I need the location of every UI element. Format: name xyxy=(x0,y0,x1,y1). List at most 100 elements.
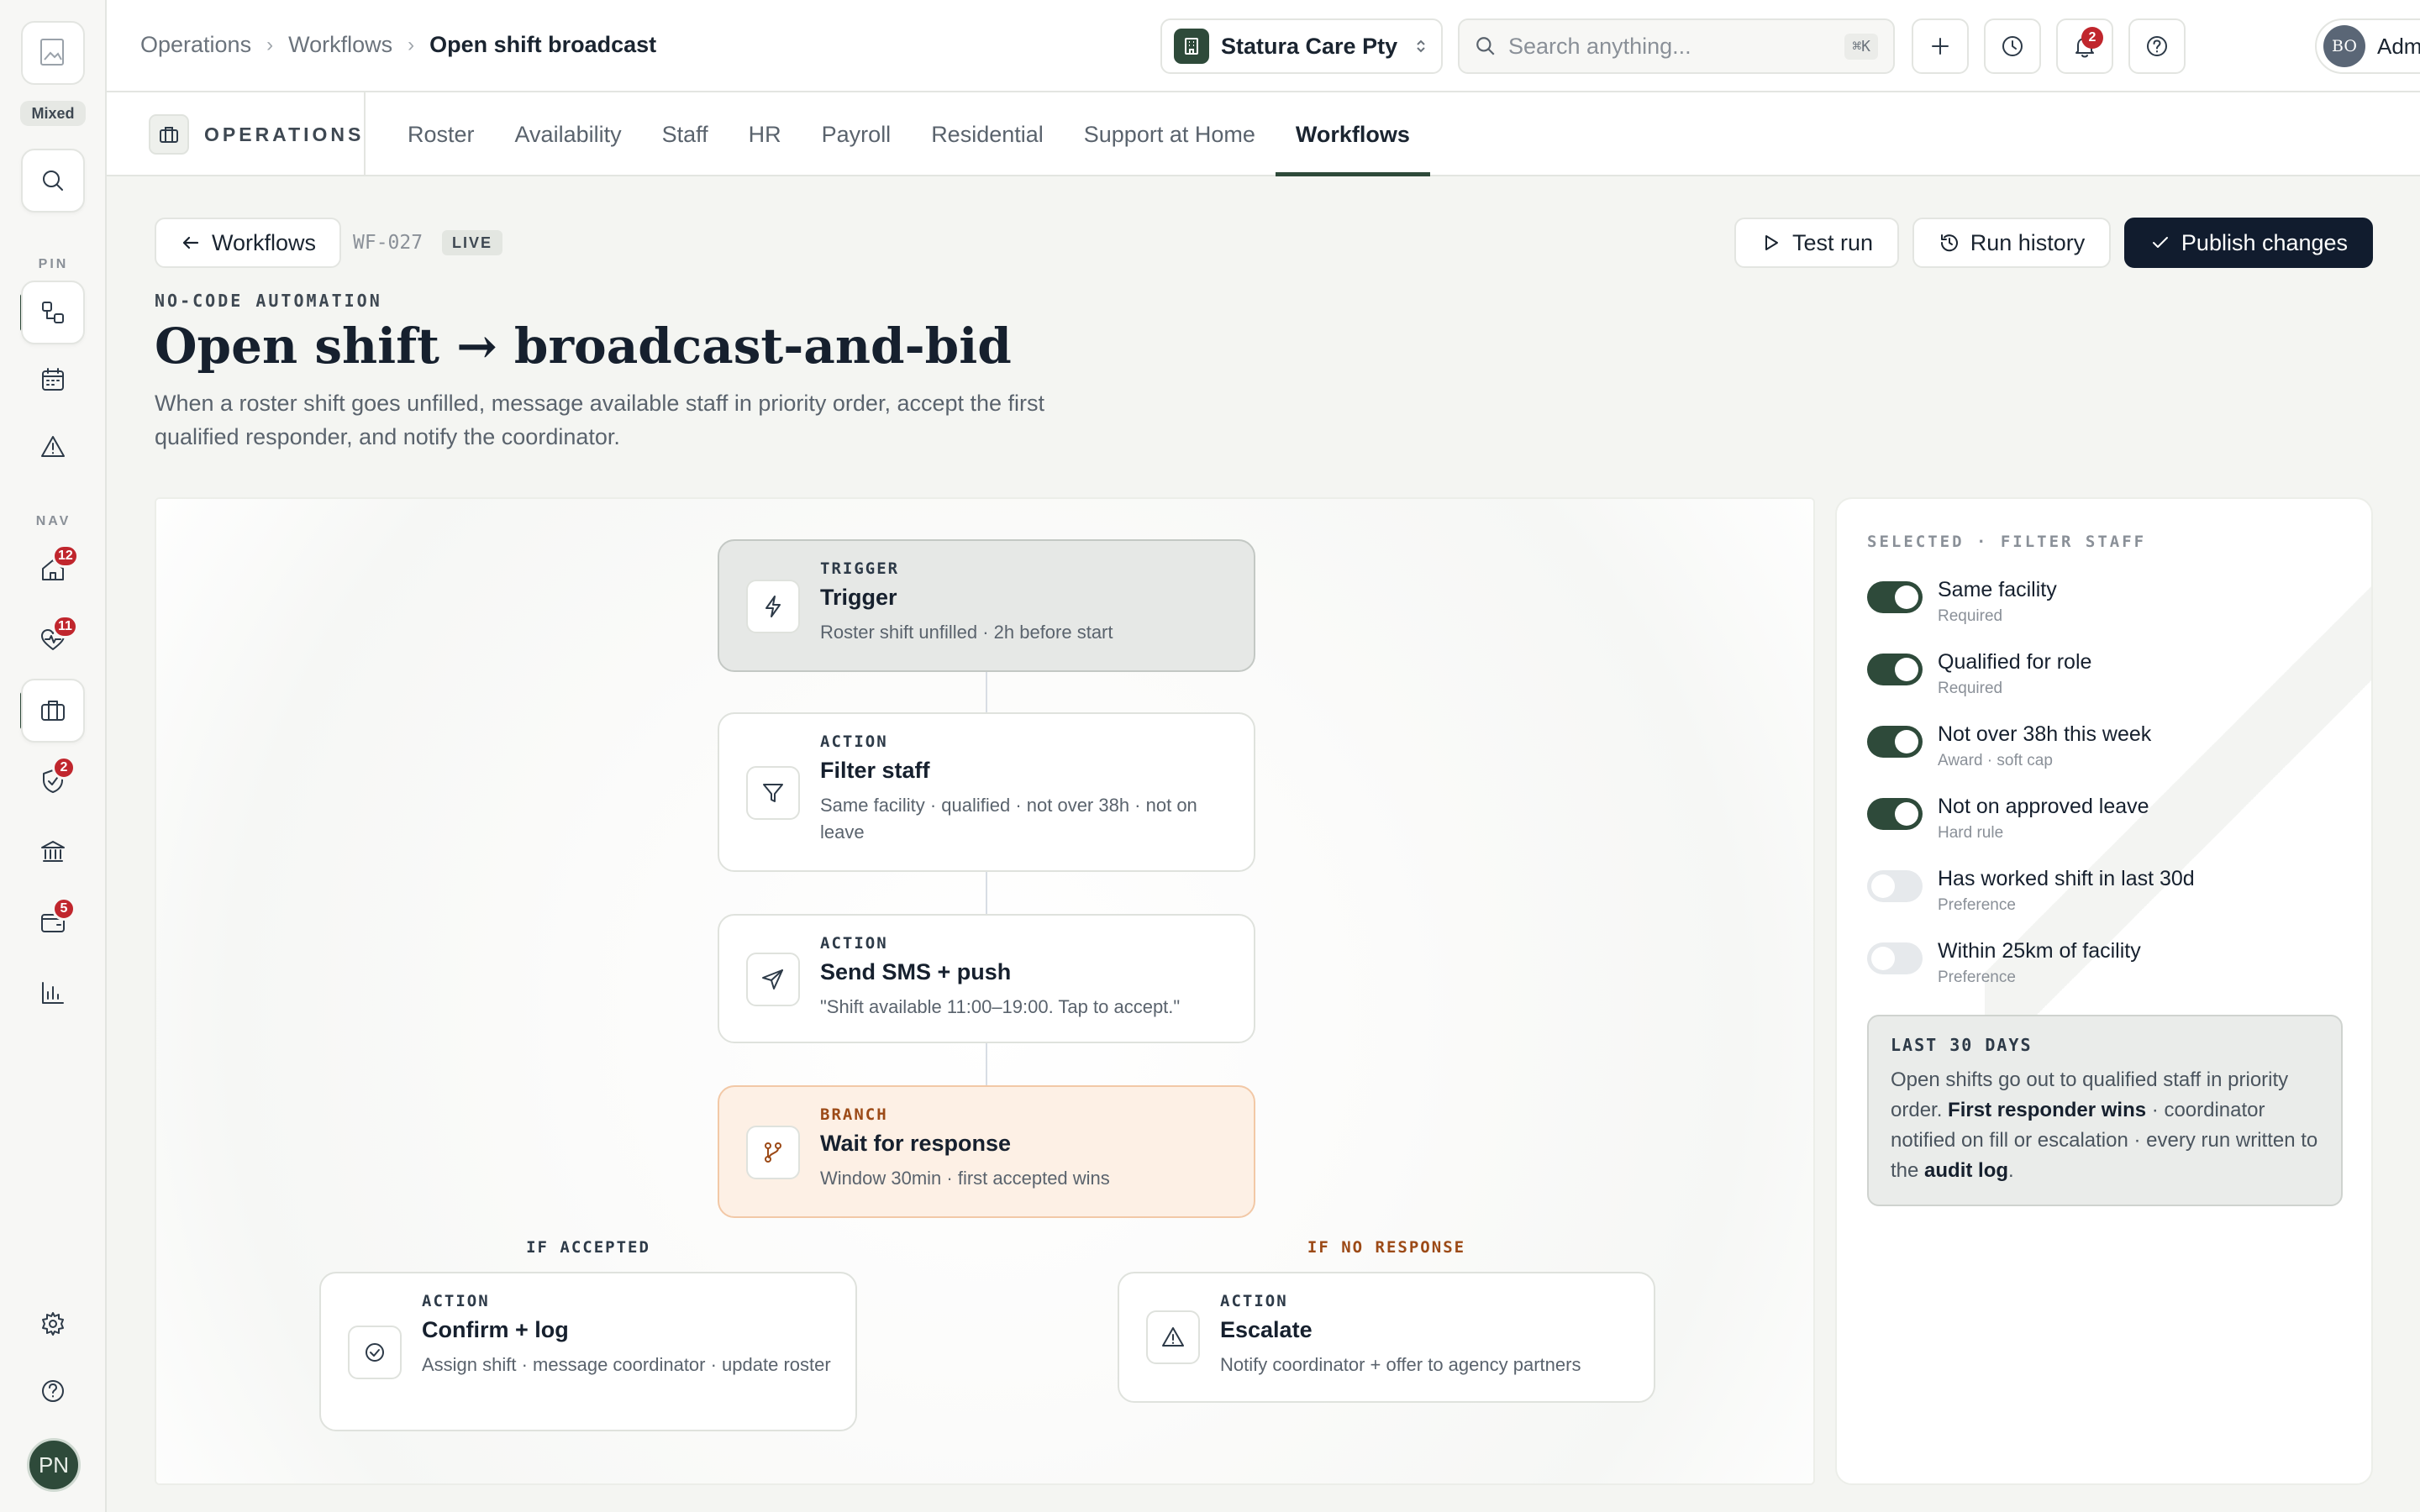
clock-icon xyxy=(2002,36,2023,56)
org-name: Statura Care Pty xyxy=(1221,33,1398,59)
sidebar-item-finance[interactable] xyxy=(21,820,85,884)
rule-label: Same facility xyxy=(1938,578,2057,601)
building-icon xyxy=(1174,29,1209,64)
run-history-label: Run history xyxy=(1970,229,2086,255)
tab-roster[interactable]: Roster xyxy=(387,92,495,176)
warning-icon xyxy=(41,436,65,457)
connector-line xyxy=(986,672,987,712)
test-run-label: Test run xyxy=(1791,229,1874,255)
connector-line xyxy=(986,872,987,914)
rule-label: Not over 38h this week xyxy=(1938,722,2152,746)
flow-node-wait-for-response[interactable]: BRANCH Wait for response Window 30min · … xyxy=(718,1085,1255,1218)
sidebar-help-button[interactable] xyxy=(21,1359,85,1423)
back-to-workflows-button[interactable]: Workflows xyxy=(155,218,341,268)
section-nav: OPERATIONS Roster Availability Staff HR … xyxy=(107,92,2420,176)
test-run-button[interactable]: Test run xyxy=(1734,218,1899,268)
tab-staff[interactable]: Staff xyxy=(642,92,729,176)
help-button[interactable] xyxy=(2128,18,2186,74)
sidebar-search-button[interactable] xyxy=(21,149,85,213)
plus-icon xyxy=(1932,38,1949,55)
sidebar-settings-button[interactable] xyxy=(21,1292,85,1356)
rule-sublabel: Required xyxy=(1938,607,2003,625)
publish-changes-button[interactable]: Publish changes xyxy=(2124,218,2373,268)
rule-row: Within 25km of facility Preference xyxy=(1867,939,2141,987)
flow-node-filter-staff[interactable]: ACTION Filter staff Same facility · qual… xyxy=(718,712,1255,872)
sidebar-item-workflows[interactable] xyxy=(21,281,85,344)
back-button-label: Workflows xyxy=(211,229,317,255)
search-icon xyxy=(43,171,63,191)
rule-sublabel: Hard rule xyxy=(1938,824,2004,842)
org-selector[interactable]: Statura Care Pty xyxy=(1160,18,1443,74)
section-title: OPERATIONS xyxy=(204,123,365,145)
node-title: Trigger xyxy=(820,585,897,610)
history-button[interactable] xyxy=(1984,18,2041,74)
rule-label: Qualified for role xyxy=(1938,650,2092,674)
flow-node-send-sms[interactable]: ACTION Send SMS + push "Shift available … xyxy=(718,914,1255,1043)
rule-row: Qualified for role Required xyxy=(1867,650,2091,698)
sidebar-item-compliance[interactable] xyxy=(21,749,85,813)
rule-label: Has worked shift in last 30d xyxy=(1938,867,2195,890)
mode-pill[interactable]: Mixed xyxy=(20,101,86,126)
panel-heading: SELECTED · FILTER STAFF xyxy=(1867,533,2147,551)
flow-node-trigger[interactable]: TRIGGER Trigger Roster shift unfilled · … xyxy=(718,539,1255,672)
user-avatar[interactable]: PN xyxy=(27,1438,81,1492)
notifications-button[interactable]: 2 xyxy=(2056,18,2113,74)
rule-label: Within 25km of facility xyxy=(1938,939,2141,963)
add-button[interactable] xyxy=(1912,18,1969,74)
bar-chart-icon xyxy=(42,982,64,1004)
send-icon xyxy=(746,953,800,1006)
calendar-icon xyxy=(42,368,64,391)
gear-icon xyxy=(42,1312,64,1336)
sidebar-item-reports[interactable] xyxy=(21,961,85,1025)
breadcrumb-current: Open shift broadcast xyxy=(429,32,657,57)
node-title: Wait for response xyxy=(820,1131,1012,1156)
rule-toggle-same-facility[interactable] xyxy=(1867,581,1923,613)
user-menu[interactable]: BO Admin xyxy=(2315,18,2420,74)
sidebar-item-health[interactable] xyxy=(21,608,85,672)
branch-label-accepted: IF ACCEPTED xyxy=(526,1238,650,1257)
help-icon xyxy=(42,1380,64,1402)
sidebar-item-operations[interactable] xyxy=(21,679,85,743)
note-emphasis: First responder wins xyxy=(1948,1099,2147,1121)
sidebar-item-wallet[interactable] xyxy=(21,890,85,954)
nav-section-label: NAV xyxy=(35,514,71,528)
node-title: Filter staff xyxy=(820,758,930,783)
rule-toggle-leave[interactable] xyxy=(1867,798,1923,830)
search-input[interactable] xyxy=(1508,33,1845,60)
node-description: Assign shift · message coordinator · upd… xyxy=(422,1354,831,1375)
warning-icon xyxy=(1146,1310,1200,1364)
sidebar-item-alerts[interactable] xyxy=(21,415,85,479)
app-logo[interactable] xyxy=(21,21,85,85)
flow-node-confirm-log[interactable]: ACTION Confirm + log Assign shift · mess… xyxy=(319,1272,857,1431)
page-description: When a roster shift goes unfilled, messa… xyxy=(155,391,1045,449)
summary-note: LAST 30 DAYS Open shifts go out to quali… xyxy=(1867,1015,2343,1206)
chevron-updown-icon xyxy=(1417,39,1425,53)
node-description: Window 30min · first accepted wins xyxy=(820,1168,1110,1189)
breadcrumb-operations[interactable]: Operations xyxy=(140,32,251,58)
tab-availability[interactable]: Availability xyxy=(495,92,642,176)
arrow-left-icon xyxy=(182,236,199,249)
tab-residential[interactable]: Residential xyxy=(911,92,1064,176)
tab-payroll[interactable]: Payroll xyxy=(802,92,912,176)
node-title: Send SMS + push xyxy=(820,959,1012,984)
run-history-button[interactable]: Run history xyxy=(1912,218,2111,268)
rule-toggle-hours-cap[interactable] xyxy=(1867,726,1923,758)
sidebar-item-calendar[interactable] xyxy=(21,348,85,412)
tab-hr[interactable]: HR xyxy=(729,92,802,176)
breadcrumb-workflows[interactable]: Workflows xyxy=(288,32,392,58)
avatar: BO xyxy=(2323,25,2365,67)
rule-toggle-qualified[interactable] xyxy=(1867,654,1923,685)
workflow-icon xyxy=(42,302,64,323)
flow-node-escalate[interactable]: ACTION Escalate Notify coordinator + off… xyxy=(1118,1272,1655,1403)
tab-support-at-home[interactable]: Support at Home xyxy=(1064,92,1276,176)
check-circle-icon xyxy=(348,1326,402,1379)
rule-toggle-recent-shift[interactable] xyxy=(1867,870,1923,902)
note-emphasis: audit log xyxy=(1924,1159,2009,1182)
filter-icon xyxy=(746,766,800,820)
node-kind: TRIGGER xyxy=(820,559,900,578)
workflow-canvas[interactable]: TRIGGER Trigger Roster shift unfilled · … xyxy=(155,497,1815,1485)
rule-toggle-distance[interactable] xyxy=(1867,942,1923,974)
search-bar: ⌘K xyxy=(1458,18,1895,74)
tab-workflows[interactable]: Workflows xyxy=(1275,92,1430,176)
rule-sublabel: Preference xyxy=(1938,969,2016,986)
